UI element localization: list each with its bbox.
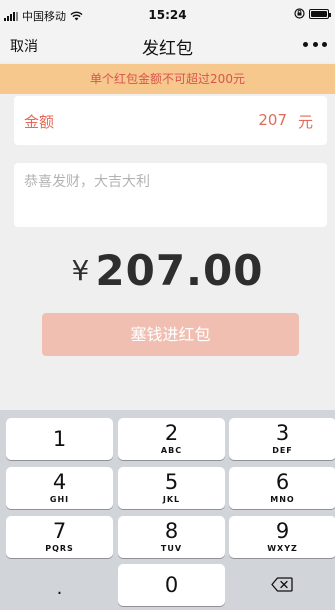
currency-symbol: ¥ [71,254,90,287]
key-4[interactable]: 4 GHI [6,467,113,509]
key-7-digit: 7 [52,519,67,543]
total-amount: ¥207.00 [0,246,335,295]
key-7[interactable]: 7 PQRS [6,516,113,558]
key-0-digit: 0 [164,573,179,597]
key-2-digit: 2 [164,421,179,445]
clock: 15:24 [148,8,187,22]
amount-unit: 元 [297,113,313,131]
page-title: 发红包 [142,39,193,59]
key-2[interactable]: 2 ABC [118,418,225,460]
key-9-letters: WXYZ [267,544,298,553]
greeting-card [14,163,327,227]
key-9[interactable]: 9 WXYZ [229,516,335,558]
key-8-letters: TUV [160,544,183,553]
key-3-digit: 3 [275,421,290,445]
status-right [294,8,331,19]
key-2-letters: ABC [160,446,183,455]
status-bar: 中国移动 15:24 [0,0,335,28]
key-decimal-symbol: . [56,578,63,599]
key-9-digit: 9 [275,519,290,543]
orientation-lock-icon [294,8,305,19]
key-8-digit: 8 [164,519,179,543]
battery-icon [309,8,331,19]
key-3[interactable]: 3 DEF [229,418,335,460]
key-decimal[interactable]: . [6,564,113,606]
key-4-digit: 4 [52,470,67,494]
key-8[interactable]: 8 TUV [118,516,225,558]
amount-input-value[interactable]: 207 [258,111,287,129]
submit-red-packet-button[interactable]: 塞钱进红包 [42,313,299,356]
amount-row[interactable]: 金额 207 元 [14,96,327,145]
key-backspace[interactable] [229,564,335,606]
key-1-digit: 1 [52,427,67,451]
amount-limit-warning: 单个红包金额不可超过200元 [0,64,335,94]
key-7-letters: PQRS [45,544,74,553]
more-icon[interactable] [303,37,327,51]
key-5[interactable]: 5 JKL [118,467,225,509]
key-5-digit: 5 [164,470,179,494]
key-4-letters: GHI [49,495,70,504]
greeting-input[interactable] [24,174,314,190]
backspace-icon [271,577,293,592]
key-1[interactable]: 1 [6,418,113,460]
key-0[interactable]: 0 [118,564,225,606]
numeric-keypad: 1 2 ABC 3 DEF 4 GHI 5 JKL 6 MNO 7 PQRS 8… [0,410,335,610]
key-6-letters: MNO [270,495,295,504]
key-6[interactable]: 6 MNO [229,467,335,509]
nav-bar: 取消 发红包 [0,28,335,62]
key-6-digit: 6 [275,470,290,494]
total-value: 207.00 [95,246,264,295]
amount-label: 金额 [24,113,55,131]
key-5-letters: JKL [162,495,181,504]
key-3-letters: DEF [272,446,293,455]
